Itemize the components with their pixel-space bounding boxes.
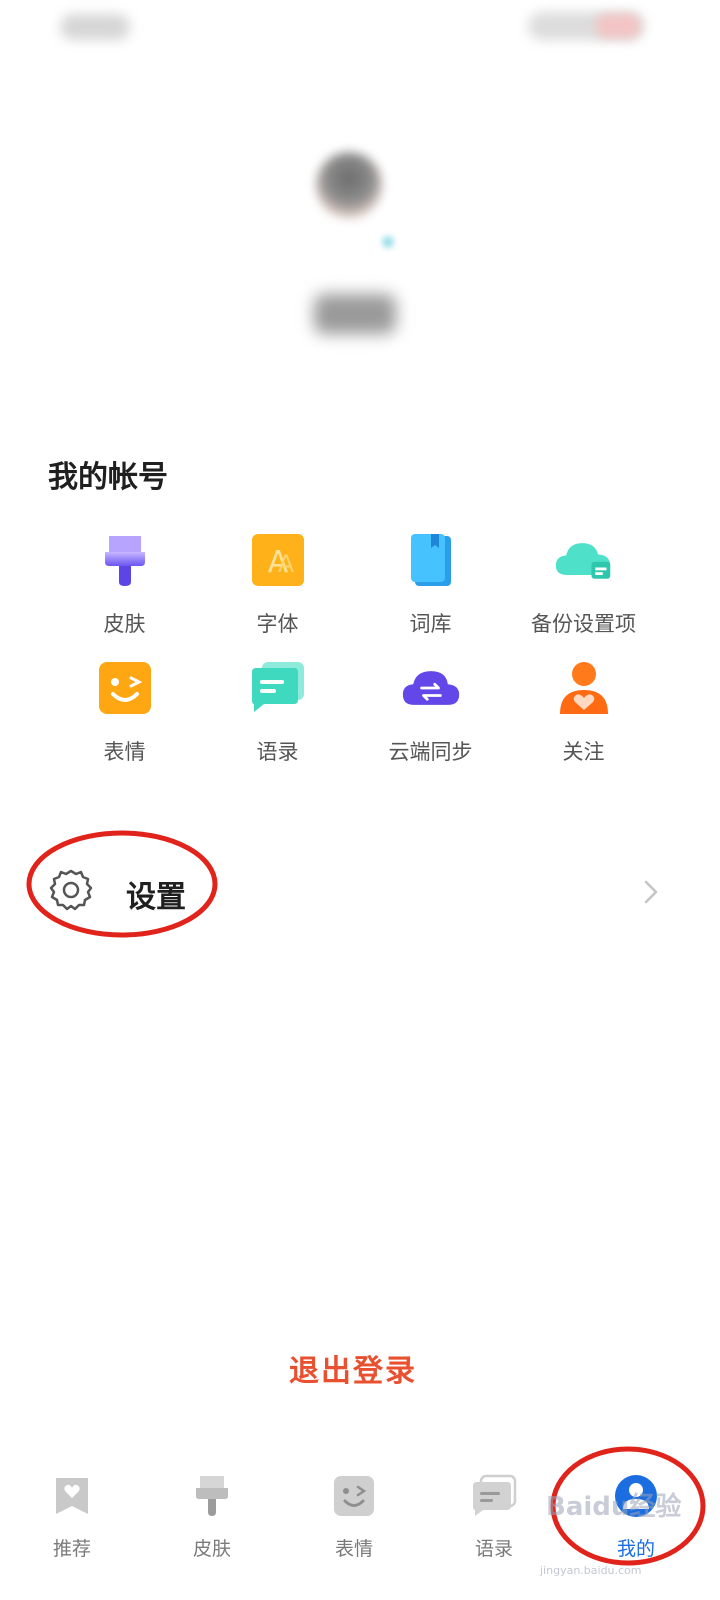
grid-item-follow[interactable]: 关注 bbox=[507, 658, 660, 786]
grid-item-cloud-sync[interactable]: 云端同步 bbox=[354, 658, 507, 786]
account-feature-grid: 皮肤 A A 字体 词库 备份设置项 表情 语录 云端同步 关注 bbox=[48, 530, 660, 786]
watermark-logo: Baidu经验 bbox=[546, 1492, 682, 1522]
recommend-icon bbox=[48, 1472, 96, 1520]
nav-tab-recommend[interactable]: 推荐 bbox=[0, 1460, 144, 1600]
follow-user-icon bbox=[554, 658, 614, 718]
grid-label: 表情 bbox=[103, 740, 146, 764]
battery-icon bbox=[596, 14, 640, 38]
status-time-blurred bbox=[60, 14, 130, 40]
brush-icon bbox=[188, 1472, 236, 1520]
nav-tab-skin[interactable]: 皮肤 bbox=[140, 1460, 284, 1600]
watermark-url: jingyan.baidu.com bbox=[540, 1564, 642, 1577]
nav-label: 表情 bbox=[334, 1538, 373, 1560]
annotation-circle-settings bbox=[26, 830, 218, 938]
nav-label: 语录 bbox=[474, 1538, 513, 1560]
svg-text:A: A bbox=[277, 550, 294, 578]
grid-item-font[interactable]: A A 字体 bbox=[201, 530, 354, 658]
cloud-backup-icon bbox=[554, 530, 614, 590]
avatar[interactable] bbox=[316, 152, 382, 218]
book-icon bbox=[401, 530, 461, 590]
grid-item-quotes[interactable]: 语录 bbox=[201, 658, 354, 786]
grid-item-backup-settings[interactable]: 备份设置项 bbox=[507, 530, 660, 658]
nickname-blurred bbox=[314, 294, 396, 334]
grid-label: 备份设置项 bbox=[531, 612, 636, 636]
nav-tab-emoji[interactable]: 表情 bbox=[282, 1460, 426, 1600]
font-icon: A A bbox=[248, 530, 308, 590]
grid-label: 皮肤 bbox=[103, 612, 146, 636]
chevron-right-icon bbox=[644, 880, 658, 904]
chat-icon bbox=[248, 658, 308, 718]
nav-label: 推荐 bbox=[52, 1538, 91, 1560]
grid-label: 词库 bbox=[409, 612, 452, 636]
grid-item-skin[interactable]: 皮肤 bbox=[48, 530, 201, 658]
wink-face-icon bbox=[330, 1472, 378, 1520]
grid-label: 字体 bbox=[256, 612, 299, 636]
brush-icon bbox=[95, 530, 155, 590]
cloud-sync-icon bbox=[401, 658, 461, 718]
wink-face-icon bbox=[95, 658, 155, 718]
grid-item-lexicon[interactable]: 词库 bbox=[354, 530, 507, 658]
nav-tab-quotes[interactable]: 语录 bbox=[422, 1460, 566, 1600]
grid-label: 语录 bbox=[256, 740, 299, 764]
grid-label: 云端同步 bbox=[388, 740, 473, 764]
vip-badge bbox=[382, 236, 394, 248]
logout-button[interactable]: 退出登录 bbox=[0, 1346, 706, 1390]
nav-label: 皮肤 bbox=[192, 1538, 231, 1560]
status-bar bbox=[0, 0, 720, 56]
section-title: 我的帐号 bbox=[48, 460, 168, 495]
grid-label: 关注 bbox=[562, 740, 605, 764]
grid-item-emoji[interactable]: 表情 bbox=[48, 658, 201, 786]
chat-icon bbox=[470, 1472, 518, 1520]
